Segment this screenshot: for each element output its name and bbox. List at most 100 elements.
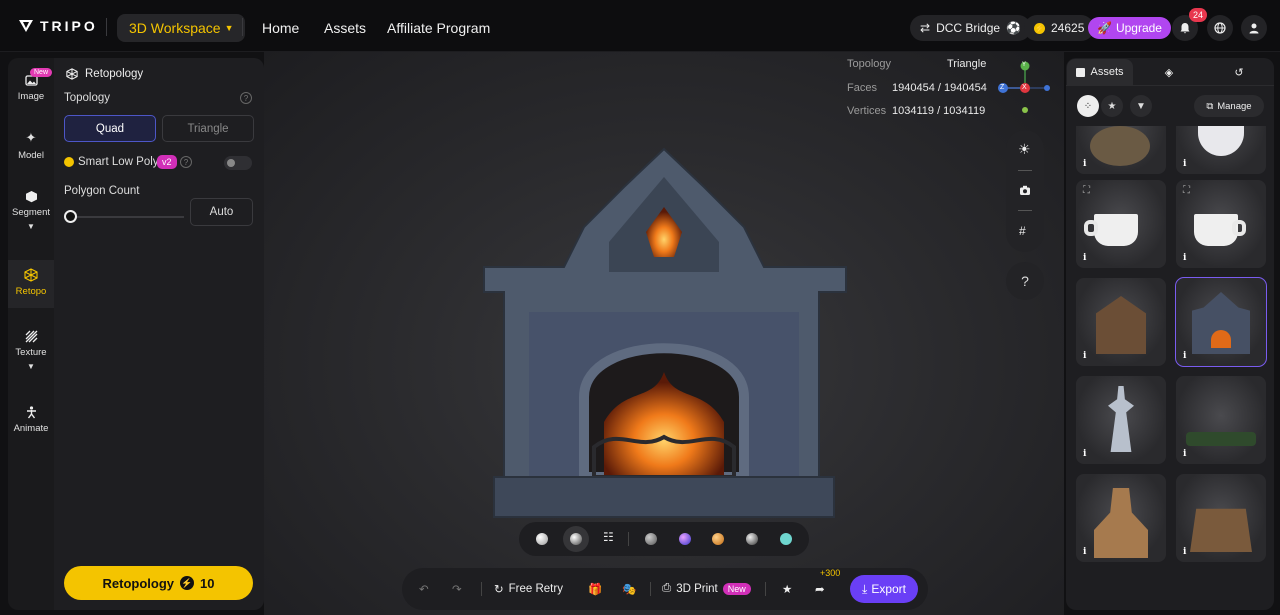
material-clay-icon[interactable] bbox=[536, 533, 548, 545]
asset-thumbnail-selected[interactable]: i bbox=[1175, 277, 1267, 367]
grid-icon[interactable]: # bbox=[1019, 224, 1026, 238]
info-icon[interactable]: i bbox=[1183, 351, 1186, 361]
help-icon[interactable]: ? bbox=[180, 156, 192, 168]
house-model-preview bbox=[1096, 296, 1146, 354]
character-model-preview bbox=[1108, 386, 1134, 452]
rail-item-image[interactable]: New Image bbox=[8, 66, 54, 116]
filter-favorites-button[interactable]: ★ bbox=[1101, 95, 1123, 117]
upgrade-button[interactable]: 🚀 Upgrade bbox=[1088, 17, 1171, 39]
manage-label: Manage bbox=[1217, 100, 1252, 112]
cube-icon bbox=[25, 191, 37, 203]
asset-thumbnail[interactable]: i bbox=[1076, 376, 1166, 464]
help-icon[interactable]: ? bbox=[240, 92, 252, 104]
3d-viewport[interactable]: Topology Triangle Faces 1940454 / 194045… bbox=[264, 52, 1064, 615]
dcc-bridge-button[interactable]: ⇄ DCC Bridge ⚽ bbox=[910, 15, 1032, 41]
nav-home[interactable]: Home bbox=[262, 20, 299, 36]
retopology-button-label: Retopology bbox=[102, 575, 175, 591]
camera-icon[interactable] bbox=[1019, 185, 1031, 196]
tab-history[interactable]: ↺ bbox=[1216, 59, 1262, 85]
swap-icon: ⇄ bbox=[920, 21, 931, 35]
info-icon[interactable]: i bbox=[1183, 547, 1186, 557]
tab-layers[interactable]: ◈ bbox=[1146, 59, 1192, 85]
info-icon[interactable]: i bbox=[1183, 449, 1186, 459]
layers-icon: ◈ bbox=[1164, 66, 1174, 79]
bonus-points: +300 bbox=[820, 568, 841, 578]
info-icon[interactable]: i bbox=[1183, 159, 1186, 169]
nav-assets[interactable]: Assets bbox=[324, 20, 366, 36]
material-gold-icon[interactable] bbox=[712, 533, 724, 545]
info-icon[interactable]: i bbox=[1183, 253, 1186, 263]
filter-button[interactable]: ▼ bbox=[1130, 95, 1152, 117]
cup-model-preview bbox=[1094, 214, 1138, 246]
caret-down-icon: ▼ bbox=[224, 23, 234, 33]
material-shaded-icon[interactable] bbox=[570, 533, 582, 545]
undo-icon[interactable]: ↶ bbox=[419, 582, 429, 596]
language-button[interactable] bbox=[1207, 15, 1233, 41]
retopology-button[interactable]: Retopology ⚡ 10 bbox=[64, 566, 253, 600]
rail-item-animate[interactable]: Animate bbox=[8, 406, 54, 446]
share-icon[interactable]: ➦ bbox=[815, 582, 825, 596]
3d-print-button[interactable]: ⎙ 3D Print New bbox=[662, 582, 751, 595]
asset-thumbnail[interactable]: i bbox=[1176, 474, 1266, 562]
export-button[interactable]: ⤓ Export bbox=[850, 575, 918, 603]
gift-icon[interactable]: 🎁 bbox=[588, 582, 602, 596]
mask-icon[interactable]: 🎭 bbox=[622, 582, 636, 596]
divider bbox=[1066, 85, 1274, 86]
account-button[interactable] bbox=[1241, 15, 1267, 41]
help-button[interactable]: ? bbox=[1006, 262, 1044, 300]
asset-thumbnail[interactable]: i bbox=[1176, 126, 1266, 174]
credit-cost: 10 bbox=[200, 575, 215, 591]
manage-button[interactable]: ⧉ Manage bbox=[1194, 95, 1264, 117]
topology-stat-value: Triangle bbox=[947, 58, 987, 70]
asset-thumbnail[interactable]: i bbox=[1176, 376, 1266, 464]
favorite-star-icon[interactable]: ★ bbox=[782, 582, 792, 596]
asset-thumbnail[interactable]: i bbox=[1076, 278, 1166, 366]
light-icon[interactable]: ☀ bbox=[1018, 141, 1031, 158]
filter-all-button[interactable]: ⁘ bbox=[1077, 95, 1099, 117]
asset-thumbnail[interactable]: ⛶ i bbox=[1076, 180, 1166, 268]
brand-logo[interactable]: TRIPO bbox=[18, 18, 98, 34]
workspace-dropdown[interactable]: 3D Workspace ▼ bbox=[117, 14, 246, 42]
vertices-stat-value: 1034119 / 1034119 bbox=[892, 105, 986, 117]
material-matte-icon[interactable] bbox=[645, 533, 657, 545]
quad-option[interactable]: Quad bbox=[64, 115, 156, 142]
cup-handle-preview bbox=[1084, 220, 1098, 236]
fireplace-model[interactable] bbox=[474, 147, 854, 527]
rail-item-model[interactable]: ✦ Model bbox=[8, 130, 54, 170]
asset-thumbnail[interactable]: ⛶ i bbox=[1176, 180, 1266, 268]
rail-item-segment[interactable]: Segment ▼ bbox=[8, 190, 54, 240]
asset-thumbnail[interactable]: i bbox=[1076, 474, 1166, 562]
free-retry-button[interactable]: ↻ Free Retry bbox=[494, 582, 563, 596]
info-icon[interactable]: i bbox=[1083, 159, 1086, 169]
axis-gizmo[interactable] bbox=[990, 58, 1050, 118]
new-badge: New bbox=[722, 582, 751, 595]
info-icon[interactable]: i bbox=[1083, 449, 1086, 459]
rail-item-texture[interactable]: Texture ▼ bbox=[8, 330, 54, 380]
sliders-icon[interactable]: ☷ bbox=[603, 530, 614, 544]
history-icon: ↺ bbox=[1234, 66, 1244, 79]
tab-assets[interactable]: Assets bbox=[1067, 59, 1133, 85]
rail-label: Animate bbox=[13, 423, 49, 434]
asset-thumbnail[interactable]: i bbox=[1076, 126, 1166, 174]
material-chrome-icon[interactable] bbox=[746, 533, 758, 545]
material-cyan-icon[interactable] bbox=[780, 533, 792, 545]
triangle-option[interactable]: Triangle bbox=[162, 115, 254, 142]
material-normal-icon[interactable] bbox=[679, 533, 691, 545]
bottom-action-bar: ↶ ↷ ↻ Free Retry 🎁 🎭 ⎙ 3D Print New ★ ➦ … bbox=[402, 568, 928, 610]
credits-display[interactable]: ⚡ 24625 bbox=[1024, 15, 1095, 41]
retopology-panel: Retopology Topology ? Quad Triangle Smar… bbox=[54, 58, 264, 610]
redo-icon[interactable]: ↷ bbox=[452, 582, 462, 596]
new-badge: New bbox=[30, 68, 53, 77]
rail-item-retopo[interactable]: Retopo bbox=[8, 260, 54, 308]
nav-affiliate-program[interactable]: Affiliate Program bbox=[387, 20, 490, 36]
smart-low-poly-toggle[interactable] bbox=[224, 156, 252, 170]
info-icon[interactable]: i bbox=[1083, 547, 1086, 557]
polygon-count-auto-button[interactable]: Auto bbox=[190, 198, 253, 226]
polygon-count-slider[interactable] bbox=[68, 216, 184, 218]
retry-icon: ↻ bbox=[494, 584, 504, 596]
slider-handle[interactable] bbox=[64, 210, 77, 223]
info-icon[interactable]: i bbox=[1083, 253, 1086, 263]
brand-name: TRIPO bbox=[40, 18, 98, 34]
rocket-icon: 🚀 bbox=[1097, 21, 1112, 35]
info-icon[interactable]: i bbox=[1083, 351, 1086, 361]
